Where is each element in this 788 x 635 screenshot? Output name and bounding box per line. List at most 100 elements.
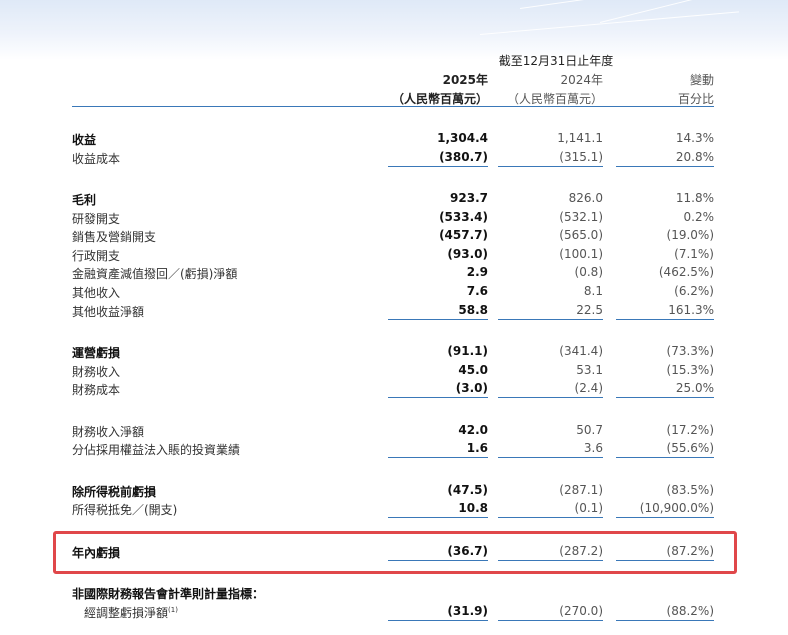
value-change: (15.3%) (666, 363, 714, 377)
subtotal-rule (498, 166, 603, 167)
value-2025: 10.8 (458, 501, 488, 515)
table-row: 財務收入 45.0 53.1 (15.3%) (0, 363, 788, 381)
value-2025: (457.7) (439, 228, 488, 242)
value-2025: 1.6 (466, 441, 488, 455)
row-label: 除所得税前虧損 (72, 485, 157, 499)
row-label: 收益成本 (72, 152, 121, 166)
subtotal-rule (388, 319, 488, 320)
table-row: 銷售及營銷開支 (457.7) (565.0) (19.0%) (0, 228, 788, 246)
value-2024: 8.1 (583, 284, 603, 298)
value-2024: (0.1) (574, 501, 603, 515)
value-change: 0.2% (683, 210, 715, 224)
row-label: 運營虧損 (72, 346, 121, 360)
subtotal-rule (616, 620, 714, 621)
table-row: 除所得税前虧損 (47.5) (287.1) (83.5%) (0, 483, 788, 501)
highlight-box (53, 531, 737, 574)
row-label: 毛利 (72, 193, 97, 207)
value-2025: (93.0) (447, 247, 488, 261)
value-2024: (315.1) (559, 150, 603, 164)
column-header-2024: 2024年 (560, 73, 603, 87)
row-label: 行政開支 (72, 249, 121, 263)
subtotal-rule (498, 620, 603, 621)
row-label: 其他收益淨額 (72, 305, 145, 319)
subtotal-rule (498, 397, 603, 398)
value-2024: (2.4) (574, 381, 603, 395)
income-statement-table: 截至12月31日止年度 2025年 2024年 變動 （人民幣百萬元） （人民幣… (0, 0, 788, 635)
subtotal-rule (388, 166, 488, 167)
value-change: (73.3%) (666, 344, 714, 358)
row-label: 分佔採用權益法入賬的投資業績 (72, 443, 241, 457)
table-row: 毛利 923.7 826.0 11.8% (0, 191, 788, 209)
value-2025: 1,304.4 (437, 131, 488, 145)
table-row: 研發開支 (533.4) (532.1) 0.2% (0, 210, 788, 228)
row-label: 金融資產減值撥回／(虧損)淨額 (72, 267, 238, 281)
value-2025: 45.0 (458, 363, 488, 377)
row-label: 收益 (72, 133, 97, 147)
row-label: 財務收入 (72, 365, 121, 379)
subtotal-rule (388, 457, 488, 458)
row-label: 財務成本 (72, 383, 121, 397)
table-row: 非國際財務報告會計準則計量指標： (0, 585, 788, 603)
subtotal-rule (498, 319, 603, 320)
header-rule (72, 106, 714, 107)
value-2024: 53.1 (576, 363, 603, 377)
value-change: (19.0%) (666, 228, 714, 242)
section-heading: 非國際財務報告會計準則計量指標： (72, 587, 265, 601)
subtotal-rule (616, 457, 714, 458)
value-2024: (100.1) (559, 247, 603, 261)
subtotal-rule (498, 457, 603, 458)
table-row: 財務收入淨額 42.0 50.7 (17.2%) (0, 423, 788, 441)
value-change: (6.2%) (674, 284, 714, 298)
row-label: 財務收入淨額 (72, 425, 145, 439)
table-row: 運營虧損 (91.1) (341.4) (73.3%) (0, 344, 788, 362)
table-row: 行政開支 (93.0) (100.1) (7.1%) (0, 247, 788, 265)
subtotal-rule (388, 620, 488, 621)
value-change: 20.8% (675, 150, 714, 164)
value-change: (17.2%) (666, 423, 714, 437)
subtotal-rule (388, 517, 488, 518)
value-2024: (532.1) (559, 210, 603, 224)
row-label: 所得税抵免／(開支) (72, 503, 178, 517)
row-label-text: 經調整虧損淨額 (84, 606, 169, 620)
subtotal-rule (616, 397, 714, 398)
column-header-2025: 2025年 (442, 73, 488, 87)
row-label: 銷售及營銷開支 (72, 230, 157, 244)
period-header: 截至12月31日止年度 (498, 54, 614, 68)
value-change: (462.5%) (658, 265, 714, 279)
unit-header-2024: （人民幣百萬元） (506, 92, 603, 106)
value-2024: (287.1) (559, 483, 603, 497)
value-change: 11.8% (675, 191, 714, 205)
value-2024: 826.0 (568, 191, 603, 205)
value-2024: (565.0) (559, 228, 603, 242)
value-2025: (380.7) (439, 150, 488, 164)
value-change: 25.0% (675, 381, 714, 395)
table-row: 其他收入 7.6 8.1 (6.2%) (0, 284, 788, 302)
value-change: (83.5%) (666, 483, 714, 497)
value-change: 161.3% (668, 303, 714, 317)
value-2025: (91.1) (447, 344, 488, 358)
value-2025: 2.9 (466, 265, 488, 279)
value-change: 14.3% (675, 131, 714, 145)
subtotal-rule (616, 517, 714, 518)
subtotal-rule (388, 397, 488, 398)
value-change: (10,900.0%) (639, 501, 714, 515)
value-2025: 7.6 (466, 284, 488, 298)
value-2024: 3.6 (583, 441, 603, 455)
value-2024: (270.0) (559, 604, 603, 618)
footnote-marker: (1) (168, 606, 178, 614)
value-2024: (0.8) (574, 265, 603, 279)
value-2025: 923.7 (450, 191, 488, 205)
subtotal-rule (616, 319, 714, 320)
column-header-change: 變動 (689, 73, 714, 87)
subtotal-rule (498, 517, 603, 518)
row-label: 經調整虧損淨額(1) (84, 604, 178, 621)
table-row: 金融資產減值撥回／(虧損)淨額 2.9 (0.8) (462.5%) (0, 265, 788, 283)
value-2025: 42.0 (458, 423, 488, 437)
value-2025: 58.8 (458, 303, 488, 317)
unit-header-change: 百分比 (677, 92, 714, 106)
row-label: 其他收入 (72, 286, 121, 300)
value-change: (55.6%) (666, 441, 714, 455)
value-2024: 22.5 (576, 303, 603, 317)
unit-header-2025: （人民幣百萬元） (391, 92, 488, 106)
value-2025: (533.4) (439, 210, 488, 224)
